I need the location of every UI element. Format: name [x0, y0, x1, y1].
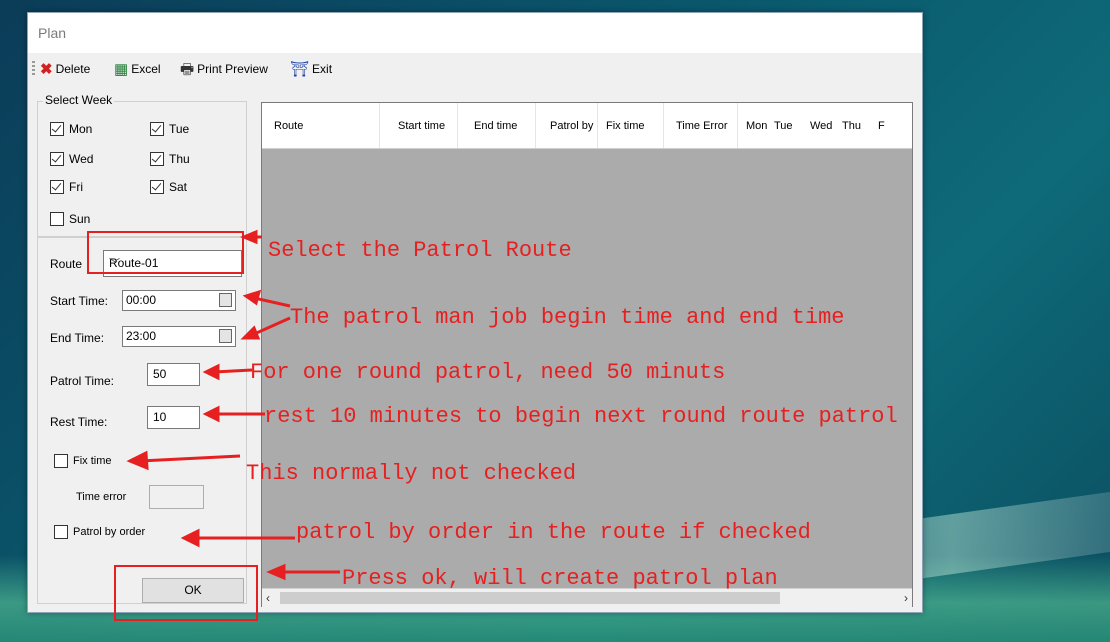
annotation-fix-time: This normally not checked	[246, 461, 577, 486]
annotation-time: The patrol man job begin time and end ti…	[290, 305, 845, 330]
annotation-ok: Press ok, will create patrol plan	[342, 566, 778, 591]
annotation-route: Select the Patrol Route	[268, 238, 572, 263]
annotation-patrol-order: patrol by order in the route if checked	[296, 520, 811, 545]
annotation-patrol-time: For one round patrol, need 50 minuts	[250, 360, 726, 385]
annotation-rest-time: rest 10 minutes to begin next round rout…	[264, 404, 898, 429]
